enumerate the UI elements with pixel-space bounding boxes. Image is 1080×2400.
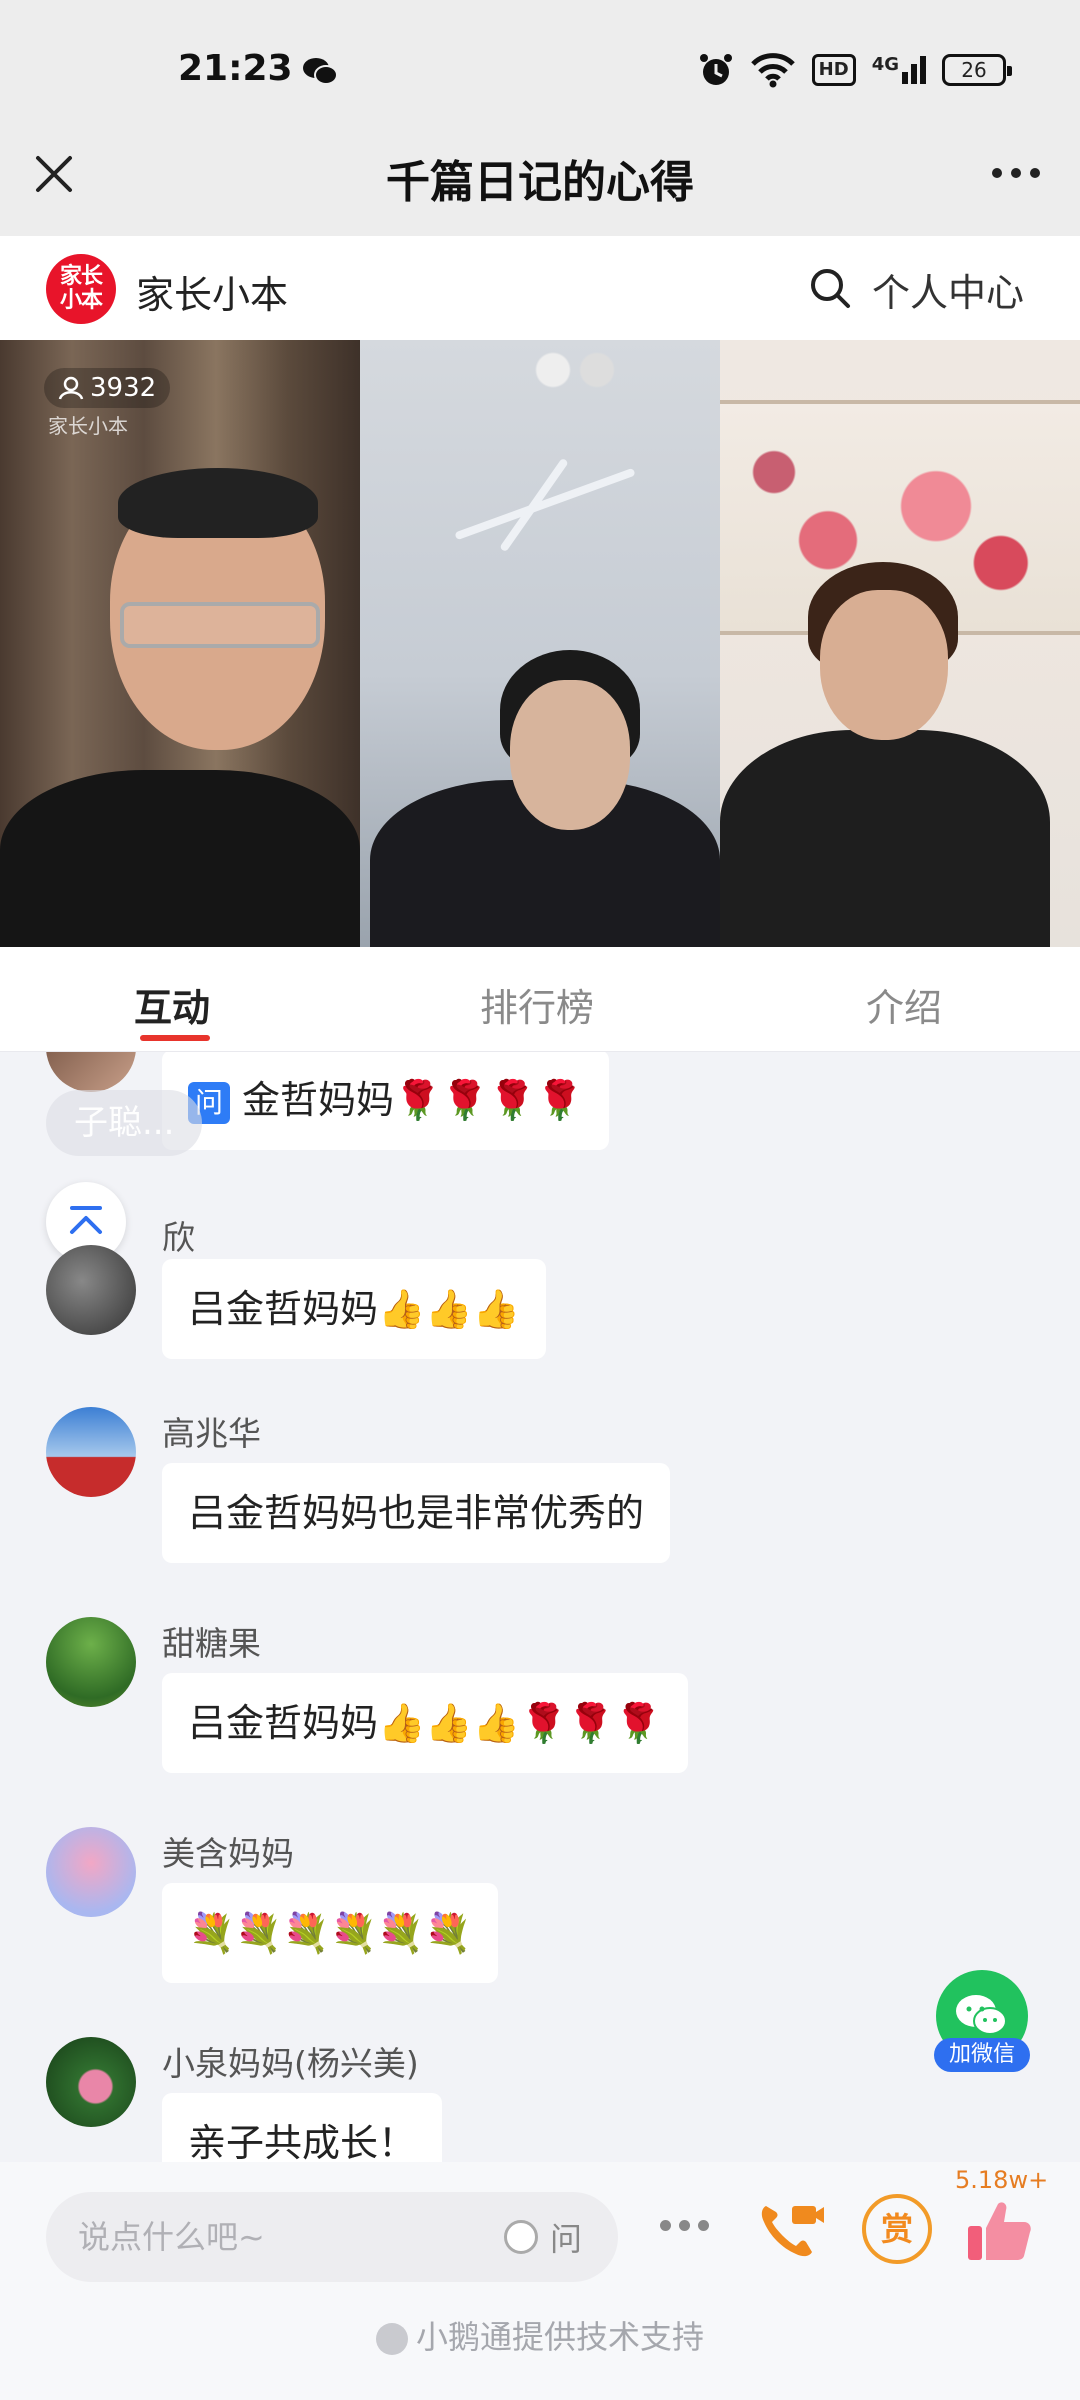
user-avatar[interactable]	[46, 1407, 136, 1497]
ask-question-toggle[interactable]: 问	[503, 2214, 582, 2260]
tech-support-footer: 小鹅通提供技术支持	[0, 2312, 1080, 2358]
tab-introduction[interactable]: 介绍	[866, 977, 942, 1032]
ask-radio[interactable]	[503, 2220, 538, 2254]
username: 甜糖果	[162, 1624, 261, 1663]
like-thumb-icon[interactable]	[964, 2198, 1034, 2264]
viewer-count-badge: 3932	[44, 368, 171, 408]
personal-center-link[interactable]: 个人中心	[872, 262, 1024, 317]
username: 欣	[162, 1218, 195, 1257]
app-header: 家长 小本 家长小本 个人中心	[0, 236, 1080, 340]
message-bubble: 吕金哲妈妈也是非常优秀的	[162, 1463, 671, 1563]
comment-input-box[interactable]: 问	[46, 2192, 618, 2282]
status-time: 21:23	[178, 48, 293, 89]
join-notice: 子聪...	[46, 1090, 203, 1156]
video-watermark: 家长小本	[48, 414, 128, 438]
username: 美含妈妈	[162, 1834, 294, 1873]
tab-leaderboard[interactable]: 排行榜	[480, 977, 594, 1032]
brand-name[interactable]: 家长小本	[136, 264, 288, 319]
video-tile-guest-1[interactable]	[360, 340, 720, 947]
message-bubble: 亲子共成长！	[162, 2093, 443, 2162]
video-tile-guest-2[interactable]	[720, 340, 1080, 947]
user-avatar[interactable]	[46, 1052, 136, 1092]
person-face	[510, 680, 630, 830]
message-bubble: 吕金哲妈妈👍👍👍🌹🌹🌹	[162, 1673, 688, 1773]
chat-list[interactable]: 问金哲妈妈🌹🌹🌹🌹 子聪... 欣 吕金哲妈妈👍👍👍 高兆华 吕金哲妈妈也是非常…	[0, 1052, 1080, 2162]
nav-bar: 千篇日记的心得	[0, 118, 1080, 236]
username: 小泉妈妈(杨兴美)	[162, 2044, 419, 2083]
viewers-icon	[58, 376, 84, 400]
page-title: 千篇日记的心得	[386, 157, 694, 208]
content-tabs: 互动 排行榜 介绍	[0, 947, 1080, 1052]
message-bubble: 吕金哲妈妈👍👍👍	[162, 1259, 546, 1359]
comment-input[interactable]	[78, 2212, 458, 2262]
more-options-button[interactable]	[976, 148, 1056, 198]
xiaoetong-logo-icon	[375, 2323, 408, 2355]
brand-logo[interactable]: 家长 小本	[46, 254, 116, 324]
wifi-icon	[750, 53, 795, 88]
glasses	[120, 602, 320, 648]
tab-interaction[interactable]: 互动	[134, 977, 210, 1032]
person-figure	[720, 730, 1050, 947]
user-avatar[interactable]	[46, 1617, 136, 1707]
message-bubble: 💐💐💐💐💐💐	[162, 1883, 498, 1983]
status-icons: HD 4G 26	[698, 46, 1012, 94]
username: 高兆华	[162, 1414, 261, 1453]
bottom-bar: 问 赏 5.18w+ 小鹅通提供技术支持	[0, 2162, 1080, 2400]
user-avatar[interactable]	[46, 1827, 136, 1917]
signal-icon: 4G	[872, 56, 926, 84]
like-count: 5.18w+	[955, 2166, 1049, 2194]
add-wechat-button[interactable]: 加微信	[934, 1970, 1030, 2072]
ask-label: 问	[549, 2220, 582, 2258]
battery-icon: 26	[942, 54, 1012, 86]
user-avatar[interactable]	[46, 1245, 136, 1335]
video-call-icon[interactable]	[756, 2198, 826, 2262]
more-actions-button[interactable]	[660, 2220, 709, 2231]
search-icon[interactable]	[808, 266, 852, 310]
user-avatar[interactable]	[46, 2037, 136, 2127]
alarm-icon	[699, 54, 732, 85]
hd-icon: HD	[811, 54, 856, 86]
live-video-grid[interactable]: 3932 家长小本	[0, 340, 1080, 947]
reward-button[interactable]: 赏	[862, 2194, 932, 2264]
wechat-notification-icon	[303, 58, 338, 85]
add-wechat-label: 加微信	[934, 2038, 1030, 2072]
video-tile-host[interactable]: 3932 家长小本	[0, 340, 360, 947]
scroll-up-icon	[70, 1206, 102, 1234]
active-tab-indicator	[140, 1035, 210, 1041]
person-figure	[0, 770, 360, 947]
message-bubble: 问金哲妈妈🌹🌹🌹🌹	[162, 1052, 610, 1150]
person-face	[820, 590, 948, 740]
